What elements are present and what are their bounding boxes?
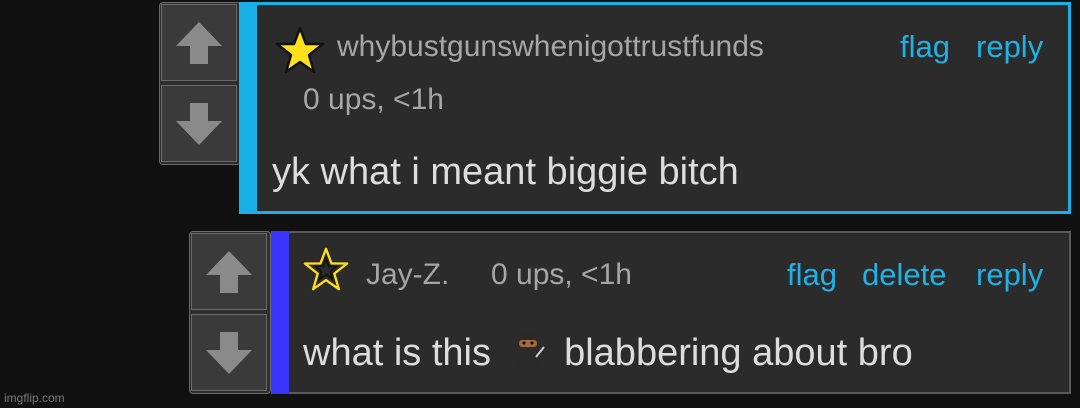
- downvote-arrow-icon: [206, 331, 252, 374]
- upvote-button[interactable]: [191, 233, 267, 310]
- comment-1: whybustgunswhenigottrustfunds flag reply…: [159, 2, 1071, 214]
- flag-link[interactable]: flag: [787, 257, 837, 293]
- comment-text-end: blabbering about bro: [564, 332, 913, 374]
- comment-text: yk what i meant biggie bitch: [272, 151, 739, 193]
- comment-meta: 0 ups, <1h: [491, 258, 632, 291]
- star-icon: [275, 26, 325, 74]
- downvote-arrow-icon: [176, 102, 222, 145]
- vote-panel: [189, 231, 271, 394]
- upvote-arrow-icon: [206, 250, 252, 293]
- watermark: imgflip.com: [4, 391, 65, 405]
- downvote-button[interactable]: [161, 85, 237, 162]
- upvote-button[interactable]: [161, 4, 237, 81]
- upvote-arrow-icon: [176, 21, 222, 64]
- vote-panel: [159, 2, 241, 165]
- comment-accent-bar: [271, 231, 289, 394]
- comment-2: Jay-Z. 0 ups, <1h flag delete reply what…: [189, 231, 1071, 394]
- comment-accent-bar: [239, 2, 257, 214]
- reply-link[interactable]: reply: [976, 257, 1043, 293]
- comment-meta: 0 ups, <1h: [303, 83, 444, 116]
- star-icon: [303, 247, 349, 291]
- comment-panel: whybustgunswhenigottrustfunds flag reply…: [257, 2, 1071, 214]
- ninja-emoji-icon: [513, 332, 545, 369]
- reply-link[interactable]: reply: [976, 29, 1043, 65]
- comment-username[interactable]: Jay-Z.: [366, 258, 449, 292]
- delete-link[interactable]: delete: [862, 257, 946, 293]
- comment-username[interactable]: whybustgunswhenigottrustfunds: [337, 30, 764, 64]
- comment-panel: Jay-Z. 0 ups, <1h flag delete reply what…: [289, 231, 1071, 394]
- comment-text-start: what is this: [303, 332, 491, 374]
- comment-text: what is this blabbering about bro: [303, 329, 913, 375]
- flag-link[interactable]: flag: [900, 29, 950, 65]
- downvote-button[interactable]: [191, 314, 267, 391]
